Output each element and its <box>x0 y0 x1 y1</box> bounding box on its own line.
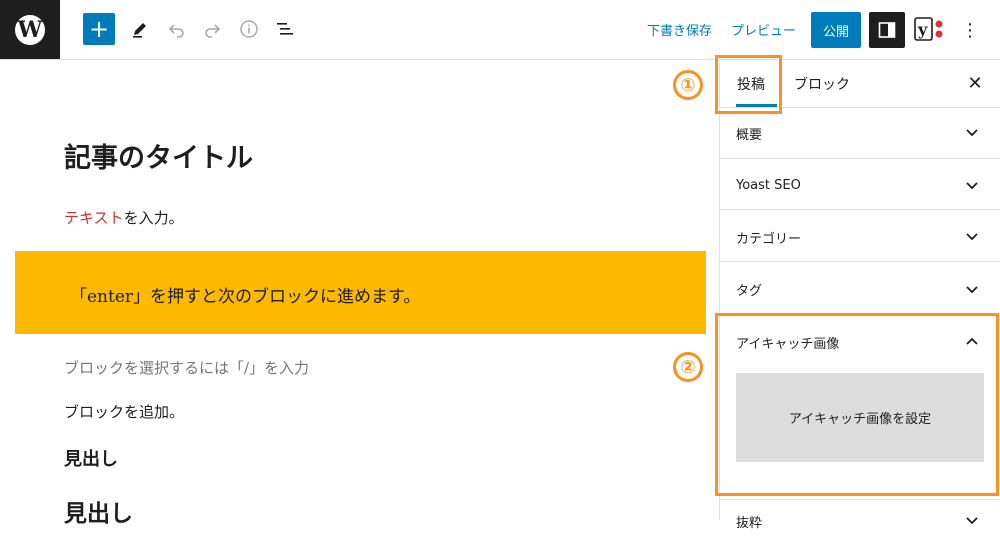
editor-toolbar: W + 下書き保存 プレビュー 公開 y ⋮ <box>0 0 1000 60</box>
annotation-number-1: ① <box>673 70 703 100</box>
panel-excerpt[interactable]: 抜粋 <box>720 500 1000 540</box>
sidebar-toggle-icon <box>878 22 896 38</box>
paragraph-text: を入力。 <box>123 209 184 227</box>
heading-block-large[interactable]: 見出し <box>64 494 133 528</box>
chevron-down-icon <box>966 182 978 190</box>
panel-categories[interactable]: カテゴリー <box>720 210 1000 262</box>
chevron-down-icon <box>966 286 978 294</box>
pencil-icon <box>133 23 146 38</box>
highlighted-paragraph-block[interactable]: 「enter」を押すと次のブロックに進めます。 <box>15 251 706 334</box>
chevron-down-icon <box>966 233 978 241</box>
wordpress-logo-icon: W <box>15 14 45 45</box>
post-title[interactable]: 記事のタイトル <box>64 136 253 175</box>
close-sidebar-button[interactable]: ✕ <box>964 72 986 94</box>
undo-icon <box>168 24 184 38</box>
panel-yoast-seo[interactable]: Yoast SEO <box>720 159 1000 210</box>
tab-block[interactable]: ブロック <box>794 74 850 94</box>
add-block-button[interactable]: + <box>83 13 115 45</box>
paragraph-block-2[interactable]: ブロックを追加。 <box>64 401 184 422</box>
panel-summary[interactable]: 概要 <box>720 108 1000 159</box>
yoast-icon: y <box>914 17 943 41</box>
edit-tool-button[interactable] <box>127 16 153 42</box>
chevron-down-icon <box>966 517 978 525</box>
panel-excerpt-title: 抜粋 <box>736 516 763 531</box>
close-icon: ✕ <box>967 72 983 94</box>
undo-button[interactable] <box>164 16 190 42</box>
info-icon <box>240 20 258 38</box>
panel-categories-title: カテゴリー <box>736 232 802 247</box>
panel-summary-title: 概要 <box>736 128 763 143</box>
publish-button[interactable]: 公開 <box>811 12 861 48</box>
paragraph-block[interactable]: テキストを入力。 <box>64 207 184 228</box>
panel-tags-title: タグ <box>736 284 763 299</box>
save-draft-button[interactable]: 下書き保存 <box>647 20 712 39</box>
svg-text:y: y <box>917 20 928 39</box>
heading-block-small[interactable]: 見出し <box>64 445 118 471</box>
annotation-number-2: ② <box>673 352 703 382</box>
preview-button[interactable]: プレビュー <box>731 20 796 39</box>
details-button[interactable] <box>236 16 262 42</box>
list-view-icon <box>277 23 293 35</box>
redo-button[interactable] <box>199 16 225 42</box>
list-view-button[interactable] <box>272 16 298 42</box>
editor-canvas: 記事のタイトル テキストを入力。 「enter」を押すと次のブロックに進めます。… <box>0 60 718 527</box>
highlighted-text: 「enter」を押すと次のブロックに進めます。 <box>70 287 421 307</box>
block-placeholder[interactable]: ブロックを選択するには「/」を入力 <box>64 357 309 378</box>
yoast-button[interactable]: y <box>913 15 945 45</box>
chevron-down-icon <box>966 129 978 137</box>
annotation-box-1 <box>715 55 782 114</box>
red-text: テキスト <box>64 209 124 227</box>
panel-tags[interactable]: タグ <box>720 262 1000 314</box>
wordpress-logo-button[interactable]: W <box>0 0 60 59</box>
annotation-box-2 <box>715 313 999 496</box>
redo-icon <box>205 24 221 38</box>
more-options-button[interactable]: ⋮ <box>958 16 982 44</box>
settings-toggle-button[interactable] <box>869 12 905 48</box>
panel-yoast-title: Yoast SEO <box>736 178 801 193</box>
